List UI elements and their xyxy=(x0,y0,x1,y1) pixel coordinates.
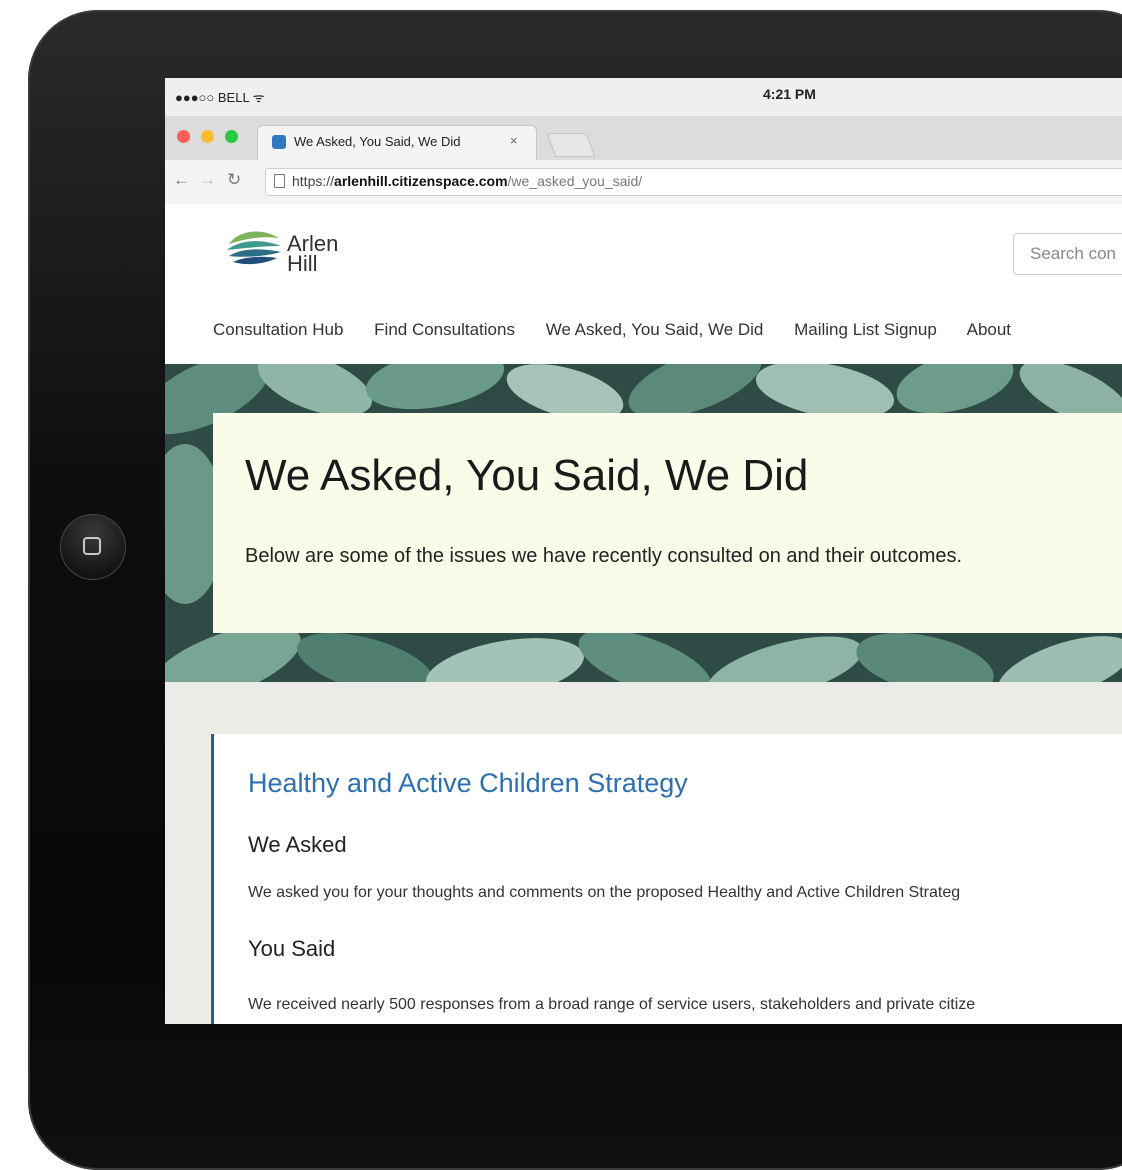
back-arrow-icon[interactable]: ← xyxy=(173,170,190,190)
page-subtitle: Below are some of the issues we have rec… xyxy=(245,545,963,567)
nav-about[interactable]: About xyxy=(967,320,1011,339)
home-button[interactable] xyxy=(60,514,126,580)
main-nav: Consultation Hub Find Consultations We A… xyxy=(213,320,1037,340)
page-title: We Asked, You Said, We Did xyxy=(245,451,809,500)
url-field[interactable]: https://arlenhill.citizenspace.com/we_as… xyxy=(265,168,1122,196)
carrier-signal: ●●●○○ BELL ᯤ xyxy=(175,90,265,105)
nav-consultation-hub[interactable]: Consultation Hub xyxy=(213,320,343,339)
page-icon xyxy=(274,174,285,188)
favicon-icon xyxy=(272,135,286,149)
minimize-window-icon[interactable] xyxy=(201,130,214,143)
content-area: Healthy and Active Children Strategy We … xyxy=(165,682,1122,1024)
home-square-icon xyxy=(83,537,101,555)
reload-icon[interactable]: ↻ xyxy=(227,170,241,190)
we-asked-heading: We Asked xyxy=(248,832,347,857)
site-header: Arlen Hill Search con Consultation Hub F… xyxy=(165,204,1122,364)
hero-panel: We Asked, You Said, We Did Below are som… xyxy=(213,413,1122,633)
tab-title: We Asked, You Said, We Did xyxy=(294,134,461,149)
you-said-heading: You Said xyxy=(248,936,336,961)
new-tab-button[interactable] xyxy=(546,133,596,157)
status-bar: ●●●○○ BELL ᯤ 4:21 PM xyxy=(165,78,1122,116)
tablet-screen: ●●●○○ BELL ᯤ 4:21 PM We Asked, You Said,… xyxy=(165,78,1122,1024)
nav-mailing-list[interactable]: Mailing List Signup xyxy=(794,320,937,339)
address-bar: ← → ↻ https://arlenhill.citizenspace.com… xyxy=(165,160,1122,205)
close-window-icon[interactable] xyxy=(177,130,190,143)
forward-arrow-icon[interactable]: → xyxy=(199,170,216,190)
clock: 4:21 PM xyxy=(763,86,816,102)
consultation-card: Healthy and Active Children Strategy We … xyxy=(211,734,1122,1024)
maximize-window-icon[interactable] xyxy=(225,130,238,143)
url-text: https://arlenhill.citizenspace.com/we_as… xyxy=(292,173,643,189)
nav-we-asked[interactable]: We Asked, You Said, We Did xyxy=(546,320,764,339)
you-said-text: We received nearly 500 responses from a … xyxy=(248,996,976,1013)
nav-find-consultations[interactable]: Find Consultations xyxy=(374,320,515,339)
browser-tab[interactable]: We Asked, You Said, We Did × xyxy=(257,125,537,160)
search-input[interactable]: Search con xyxy=(1013,233,1122,275)
arlen-hill-logo[interactable] xyxy=(227,228,281,271)
browser-tab-bar: We Asked, You Said, We Did × xyxy=(165,116,1122,160)
logo-mark-icon xyxy=(227,231,281,265)
hero-banner: We Asked, You Said, We Did Below are som… xyxy=(165,364,1122,682)
consultation-title-link[interactable]: Healthy and Active Children Strategy xyxy=(248,768,688,799)
tab-close-icon[interactable]: × xyxy=(510,133,518,148)
we-asked-text: We asked you for your thoughts and comme… xyxy=(248,884,961,901)
logo-text: Arlen Hill xyxy=(287,231,339,276)
